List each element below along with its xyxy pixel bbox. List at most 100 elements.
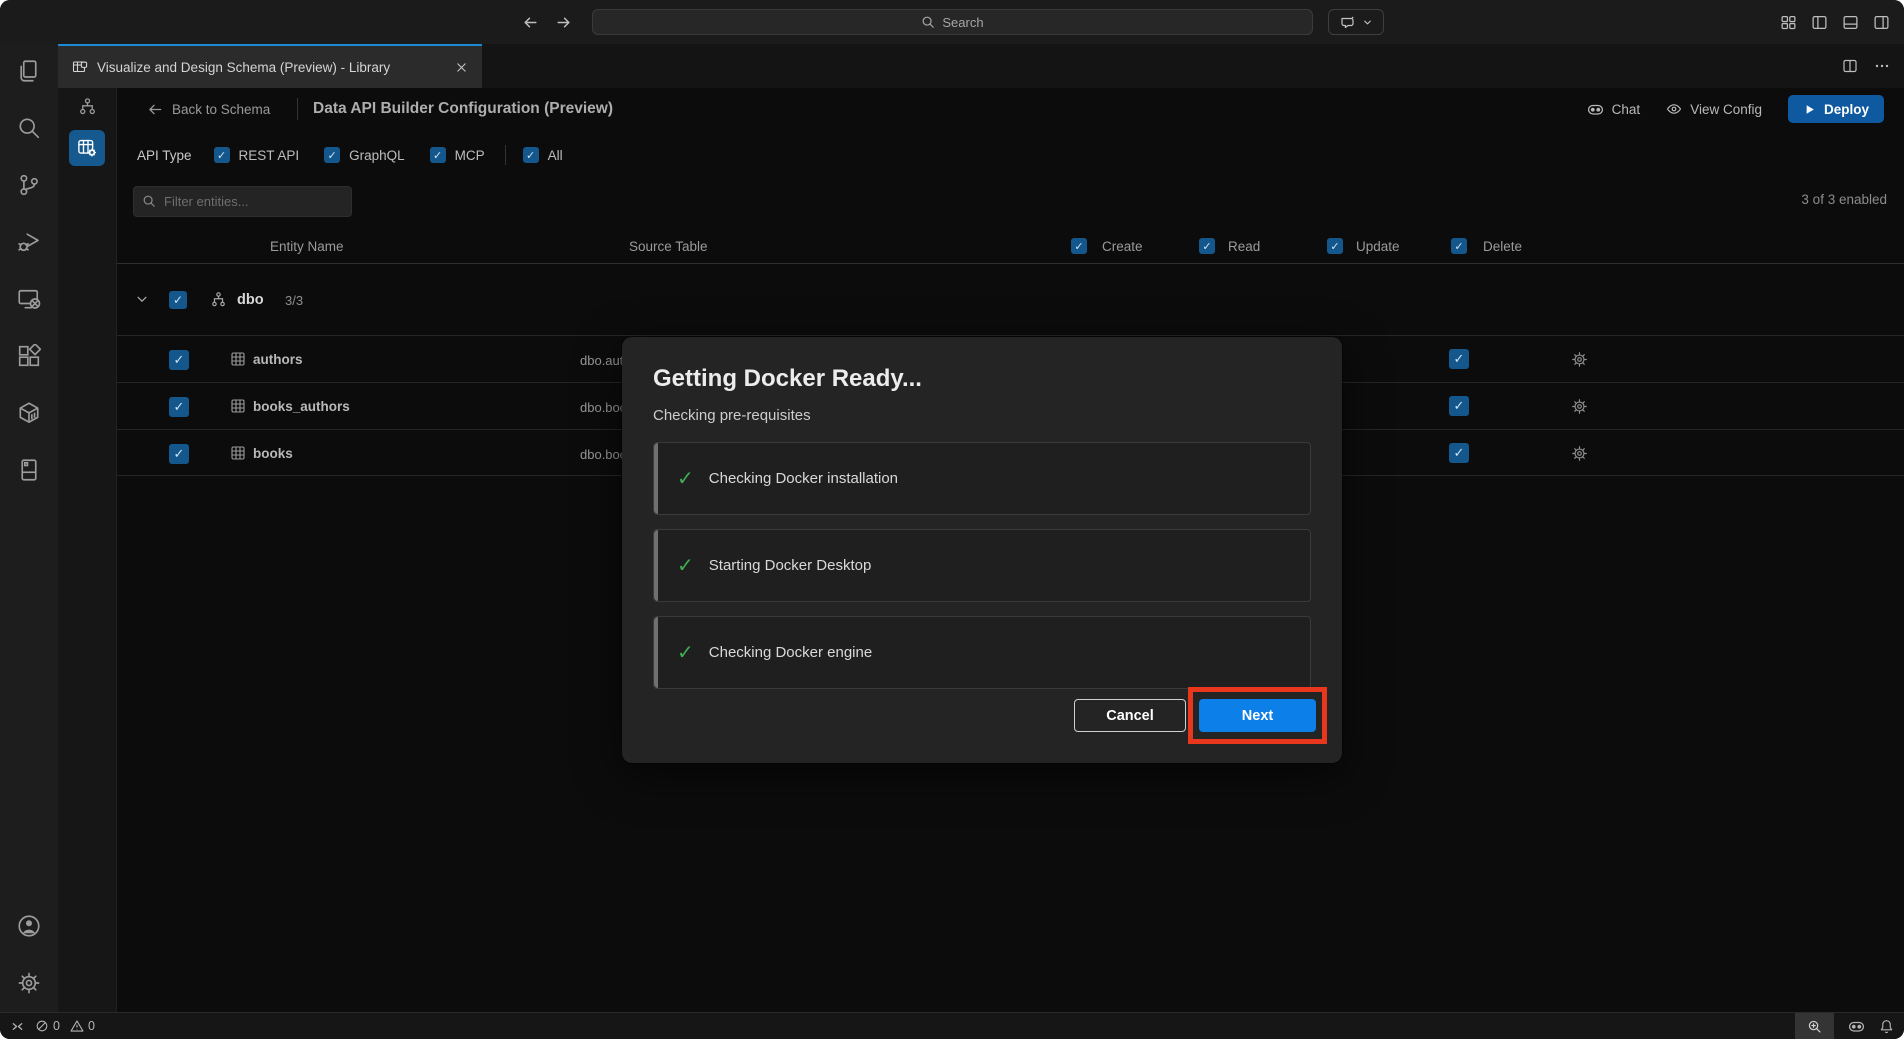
api-type-filter-row: API Type REST API GraphQL MCP All [137,141,588,169]
nav-forward-icon[interactable] [555,14,572,31]
row-settings-gear-icon[interactable] [1571,445,1588,462]
cancel-button[interactable]: Cancel [1074,699,1186,732]
extensions-icon[interactable] [17,344,41,368]
update-all-checkbox[interactable] [1327,238,1343,254]
nav-back-icon[interactable] [522,14,539,31]
col-source-table: Source Table [629,239,708,254]
vscode-window: Search Visualize and Design Schema (Prev [0,0,1904,1039]
step-docker-engine: ✓ Checking Docker engine [653,616,1311,689]
graphql-checkbox[interactable] [324,147,340,163]
row-checkbox[interactable] [169,444,189,464]
col-delete: Delete [1483,239,1522,254]
error-count: 0 [53,1019,60,1033]
more-actions-icon[interactable] [1874,58,1890,74]
enabled-summary: 3 of 3 enabled [1801,192,1887,207]
group-checkbox[interactable] [169,291,187,309]
copilot-status-icon[interactable] [1848,1018,1865,1035]
activity-bar [0,44,58,1012]
remote-explorer-icon[interactable] [17,287,41,311]
play-icon [1803,103,1816,116]
tab-bar: Visualize and Design Schema (Preview) - … [58,44,1904,88]
step-docker-installation: ✓ Checking Docker installation [653,442,1311,515]
search-view-icon[interactable] [17,116,41,140]
col-update: Update [1356,239,1400,254]
deploy-label: Deploy [1824,102,1869,117]
source-control-icon[interactable] [17,173,41,197]
mcp-checkbox[interactable] [430,147,446,163]
settings-gear-icon[interactable] [17,971,41,995]
delete-checkbox[interactable] [1449,443,1469,463]
toggle-panel-icon[interactable] [1842,14,1859,31]
customize-layout-icon[interactable] [1780,14,1797,31]
toggle-primary-sidebar-icon[interactable] [1811,14,1828,31]
delete-checkbox[interactable] [1449,396,1469,416]
database-projects-icon[interactable] [17,458,41,482]
notifications-bell-icon[interactable] [1879,1019,1894,1034]
back-label: Back to Schema [172,102,270,117]
back-to-schema-link[interactable]: Back to Schema [148,95,270,123]
entity-name: books_authors [253,399,350,414]
docker-icon[interactable] [17,401,41,425]
delete-checkbox[interactable] [1449,349,1469,369]
search-label: Search [942,15,983,30]
tab-visualize-design-schema[interactable]: Visualize and Design Schema (Preview) - … [58,44,482,88]
status-bar: 0 0 [0,1012,1904,1039]
group-count: 3/3 [285,293,303,308]
explorer-icon[interactable] [17,59,41,83]
schema-icon [210,291,227,308]
rest-api-checkbox[interactable] [214,147,230,163]
toggle-secondary-sidebar-icon[interactable] [1873,14,1890,31]
api-type-label: API Type [137,148,192,163]
col-entity-name: Entity Name [270,239,344,254]
delete-all-checkbox[interactable] [1451,238,1467,254]
all-checkbox[interactable] [523,147,539,163]
row-settings-gear-icon[interactable] [1571,398,1588,415]
chevron-down-icon[interactable] [135,292,149,306]
split-editor-icon[interactable] [1842,58,1858,74]
remote-indicator-icon[interactable] [10,1019,25,1034]
entity-name: books [253,446,293,461]
row-checkbox[interactable] [169,397,189,417]
row-checkbox[interactable] [169,350,189,370]
schema-group-row[interactable]: dbo 3/3 [117,264,1904,335]
rail-dab-config-icon[interactable] [69,130,105,166]
chat-button[interactable]: Chat [1587,101,1641,118]
copilot-chat-icon [1340,14,1356,30]
schema-designer-icon [72,59,88,75]
next-button[interactable]: Next [1199,699,1316,732]
table-icon [230,398,246,414]
api-option-graphql[interactable]: GraphQL [324,147,405,163]
copilot-menu-button[interactable] [1328,9,1384,35]
filter-search-icon [142,194,156,208]
api-option-mcp[interactable]: MCP [430,147,485,163]
api-option-all[interactable]: All [523,147,563,163]
problems-indicator[interactable]: 0 0 [35,1019,95,1033]
run-debug-icon[interactable] [17,230,41,254]
api-options-divider [505,145,506,165]
entity-name: authors [253,352,303,367]
error-circle-icon [35,1019,49,1033]
api-option-rest[interactable]: REST API [214,147,300,163]
account-icon[interactable] [17,914,41,938]
close-icon[interactable] [455,61,468,74]
view-config-label: View Config [1690,102,1762,117]
check-icon: ✓ [677,553,694,578]
table-header: Entity Name Source Table Create Read Upd… [117,234,1904,264]
chat-label: Chat [1612,102,1641,117]
page-title: Data API Builder Configuration (Preview) [313,100,613,118]
header-divider [297,98,298,120]
command-center-search[interactable]: Search [592,9,1313,35]
check-icon: ✓ [677,466,694,491]
zoom-indicator[interactable] [1795,1013,1834,1039]
view-config-button[interactable]: View Config [1666,101,1762,117]
filter-entities-input[interactable] [133,186,352,217]
create-all-checkbox[interactable] [1071,238,1087,254]
deploy-button[interactable]: Deploy [1788,95,1884,123]
col-create: Create [1102,239,1143,254]
rail-schema-designer-icon[interactable] [69,88,105,124]
table-icon [230,445,246,461]
designer-rail [58,88,117,1012]
row-settings-gear-icon[interactable] [1571,351,1588,368]
tab-title: Visualize and Design Schema (Preview) - … [97,60,390,75]
read-all-checkbox[interactable] [1199,238,1215,254]
